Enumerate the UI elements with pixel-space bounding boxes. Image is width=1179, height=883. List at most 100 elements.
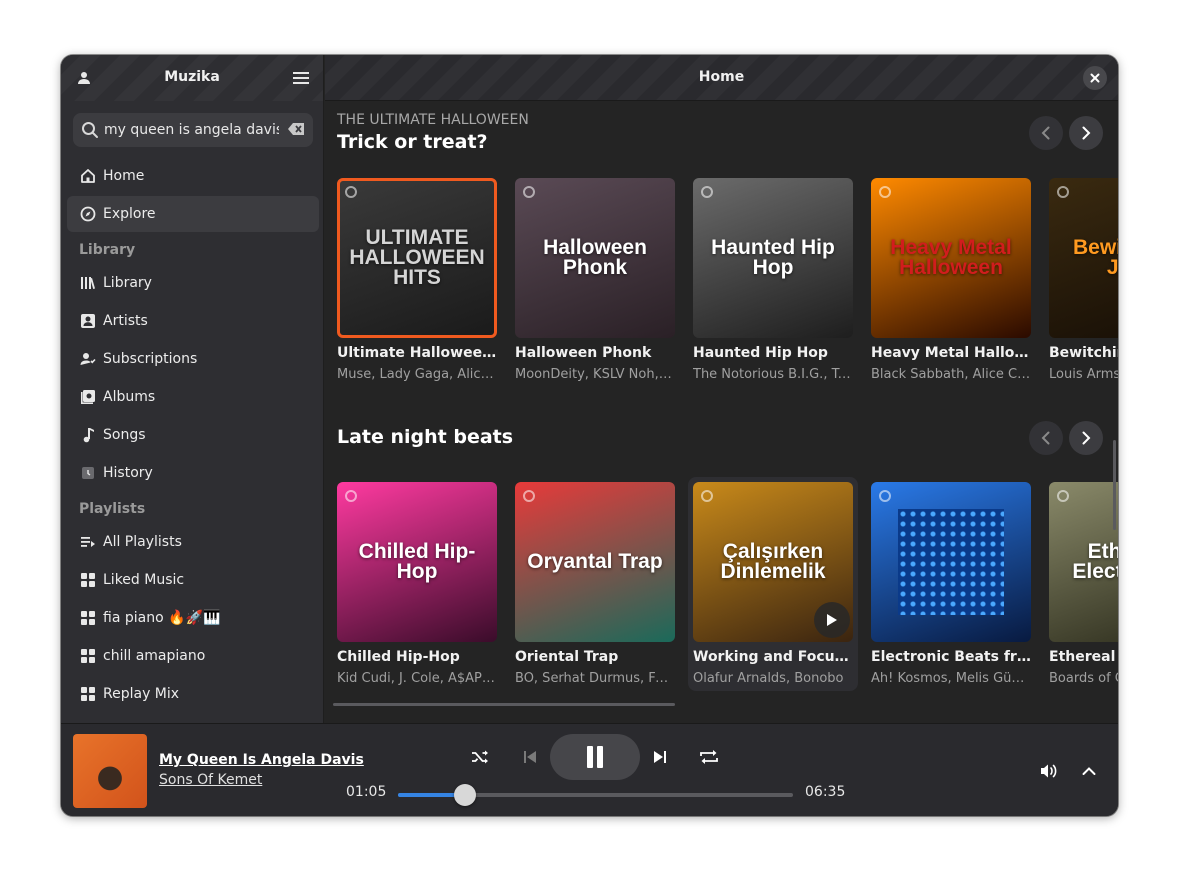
card-title[interactable]: Working and Focusing [693,649,853,665]
previous-button[interactable] [517,744,543,770]
cover-text: ULTIMATE HALLOWEEN HITS [349,226,485,289]
chevron-up-icon [1082,767,1096,775]
album-icon [79,388,97,406]
album-card[interactable]: Çalışırken Dinlemelik Working and Focusin… [688,477,858,691]
shelf-next-button[interactable] [1069,116,1103,150]
cover-text: Heavy Metal Halloween [890,236,1012,279]
page-title: Home [698,69,745,85]
card-title[interactable]: Electronic Beats from Turkey [871,649,1031,665]
album-cover[interactable]: Chilled Hip-Hop [337,482,497,642]
card-title[interactable]: Haunted Hip Hop [693,345,853,361]
album-card[interactable]: Ethereal Electronica Ethereal Electronica… [1044,477,1118,691]
sidebar-item-subscriptions[interactable]: Subscriptions [67,341,319,377]
shelf-next-button[interactable] [1069,421,1103,455]
sidebar-item-all-playlists[interactable]: All Playlists [67,524,319,560]
album-cover[interactable] [871,482,1031,642]
library-section-label: Library [79,242,136,258]
card-title[interactable]: Oriental Trap [515,649,675,665]
main-content: Home THE ULTIMATE HALLOWEEN Trick or tre… [325,55,1118,723]
now-playing-cover[interactable] [73,734,147,808]
shelf-prev-button[interactable] [1029,116,1063,150]
album-card[interactable]: Halloween Phonk Halloween Phonk MoonDeity,… [510,173,680,387]
sidebar-item-replay-mix[interactable]: Replay Mix [67,676,319,712]
record-icon [879,186,891,198]
card-subtitle: Black Sabbath, Alice Cooper [871,367,1031,382]
album-card[interactable]: Haunted Hip Hop Haunted Hip Hop The Notori… [688,173,858,387]
now-playing-title[interactable]: My Queen Is Angela Davis [159,752,364,768]
main-header: Home [325,55,1118,101]
album-cover[interactable]: Oryantal Trap [515,482,675,642]
card-title[interactable]: Chilled Hip-Hop [337,649,497,665]
compass-icon [79,205,97,223]
album-card[interactable]: Chilled Hip-Hop Chilled Hip-Hop Kid Cudi, … [332,477,502,691]
sidebar-item-home[interactable]: Home [67,158,319,194]
card-subtitle: The Notorious B.I.G., Tupac [693,367,853,382]
seek-handle[interactable] [454,784,477,806]
chevron-left-icon [1041,431,1050,445]
shelf-prev-button[interactable] [1029,421,1063,455]
record-icon [345,490,357,502]
sidebar-item-fia-piano[interactable]: fia piano 🔥🚀🎹 [67,600,319,636]
record-icon [701,490,713,502]
vertical-scrollbar[interactable] [1113,440,1116,530]
cover-text: Ethereal Electronica [1072,540,1118,583]
album-cover[interactable]: Bewitching Jazz [1049,178,1118,338]
album-card[interactable]: ULTIMATE HALLOWEEN HITS Ultimate Hallowee… [332,173,502,387]
playlists-section-label: Playlists [79,501,146,517]
album-card[interactable]: Heavy Metal Halloween Heavy Metal Hallowe… [866,173,1036,387]
record-icon [701,186,713,198]
search-input[interactable] [104,113,279,147]
sidebar-item-explore[interactable]: Explore [67,196,319,232]
card-title[interactable]: Heavy Metal Halloween [871,345,1031,361]
album-cover[interactable]: Heavy Metal Halloween [871,178,1031,338]
album-cover[interactable]: Ethereal Electronica [1049,482,1118,642]
subscriptions-icon [79,350,97,368]
player-bar: My Queen Is Angela Davis Sons Of Kemet 0… [61,723,1118,816]
repeat-button[interactable] [696,744,722,770]
card-title[interactable]: Ultimate Halloween Hits [337,345,497,361]
shuffle-icon [472,750,488,764]
clear-search-icon[interactable] [288,122,305,136]
sidebar-item-liked-music[interactable]: Liked Music [67,562,319,598]
expand-player-button[interactable] [1076,758,1102,784]
volume-icon [1041,764,1057,778]
card-subtitle: MoonDeity, KSLV Noh, Kordhell [515,367,675,382]
next-button[interactable] [647,744,673,770]
grid-icon [79,647,97,665]
card-title[interactable]: Bewitching Jazz [1049,345,1118,361]
sidebar-item-songs[interactable]: Songs [67,417,319,453]
sidebar-item-chill-amapiano[interactable]: chill amapiano [67,638,319,674]
cover-text: Haunted Hip Hop [711,236,835,279]
album-card[interactable]: Electronic Beats from Turkey Ah! Kosmos, … [866,477,1036,691]
card-title[interactable]: Ethereal Electronica [1049,649,1118,665]
cover-text: Bewitching Jazz [1072,236,1118,279]
card-title[interactable]: Halloween Phonk [515,345,675,361]
shuffle-button[interactable] [467,744,493,770]
skip-forward-icon [654,751,666,763]
album-cover[interactable]: ULTIMATE HALLOWEEN HITS [337,178,497,338]
skip-back-icon [524,751,536,763]
play-pause-button[interactable] [550,734,640,780]
cover-art [898,509,1004,615]
album-cover[interactable]: Çalışırken Dinlemelik [693,482,853,642]
sidebar-item-artists[interactable]: Artists [67,303,319,339]
album-card[interactable]: Bewitching Jazz Bewitching Jazz Louis Arms… [1044,173,1118,387]
sidebar-item-history[interactable]: History [67,455,319,491]
sidebar-item-library[interactable]: Library [67,265,319,301]
album-card[interactable]: Oryantal Trap Oriental Trap BÖ, Serhat Dur… [510,477,680,691]
album-cover[interactable]: Haunted Hip Hop [693,178,853,338]
record-icon [523,186,535,198]
main-menu-button[interactable] [289,66,313,90]
volume-button[interactable] [1036,758,1062,784]
artist-icon [79,312,97,330]
home-icon [79,167,97,185]
horizontal-scrollbar[interactable] [333,703,675,706]
album-cover[interactable]: Halloween Phonk [515,178,675,338]
now-playing-artist[interactable]: Sons Of Kemet [159,772,262,788]
sidebar-item-albums[interactable]: Albums [67,379,319,415]
close-button[interactable] [1083,66,1107,90]
card-subtitle: Muse, Lady Gaga, Alice Cooper [337,367,497,382]
card-play-button[interactable] [814,602,850,638]
app-title: Muzika [164,69,220,85]
history-icon [79,464,97,482]
